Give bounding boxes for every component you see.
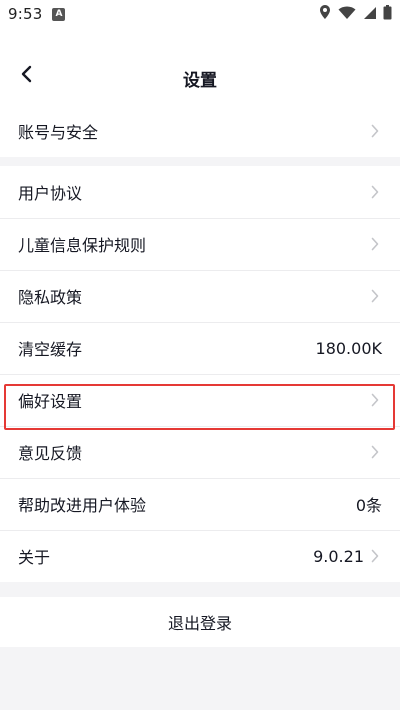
logout-label: 退出登录 — [167, 614, 232, 633]
chevron-right-icon — [368, 289, 382, 303]
status-right — [318, 4, 392, 24]
a-notification-icon: A — [52, 7, 66, 21]
settings-item-label: 意见反馈 — [18, 444, 83, 463]
chevron-right-icon — [368, 445, 382, 459]
location-icon — [318, 4, 332, 24]
settings-item-privacy-policy[interactable]: 隐私政策 — [0, 270, 400, 322]
improve-count-value: 0条 — [355, 496, 382, 515]
settings-item-label: 清空缓存 — [18, 340, 83, 359]
status-bar: 9:53 A — [0, 0, 400, 28]
chevron-right-icon — [368, 393, 382, 407]
settings-group-account: 账号与安全 — [0, 105, 400, 157]
settings-item-label: 用户协议 — [18, 184, 83, 203]
logout-button[interactable]: 退出登录 — [0, 597, 400, 647]
settings-item-child-protection[interactable]: 儿童信息保护规则 — [0, 218, 400, 270]
status-time: 9:53 — [8, 5, 43, 23]
wifi-icon — [338, 5, 356, 24]
settings-item-label: 隐私政策 — [18, 288, 83, 307]
status-left: 9:53 A — [8, 5, 66, 23]
nav-bar: 设置 — [0, 28, 400, 105]
settings-item-label: 帮助改进用户体验 — [18, 496, 147, 515]
chevron-right-icon — [368, 549, 382, 563]
settings-item-label: 偏好设置 — [18, 392, 83, 411]
chevron-right-icon — [368, 237, 382, 251]
chevron-right-icon — [368, 185, 382, 199]
settings-item-about[interactable]: 关于 9.0.21 — [0, 530, 400, 582]
chevron-right-icon — [368, 124, 382, 138]
settings-item-account-security[interactable]: 账号与安全 — [0, 105, 400, 157]
settings-item-user-agreement[interactable]: 用户协议 — [0, 166, 400, 218]
settings-item-feedback[interactable]: 意见反馈 — [0, 426, 400, 478]
cache-size-value: 180.00K — [315, 338, 382, 358]
settings-group-main: 用户协议 儿童信息保护规则 隐私政策 清空缓存 180.00K 偏好设置 意见反… — [0, 166, 400, 582]
settings-item-label: 儿童信息保护规则 — [18, 236, 147, 255]
settings-item-improve-experience[interactable]: 帮助改进用户体验 0条 — [0, 478, 400, 530]
settings-item-label: 关于 — [18, 548, 51, 567]
settings-item-preferences[interactable]: 偏好设置 — [0, 374, 400, 426]
settings-item-clear-cache[interactable]: 清空缓存 180.00K — [0, 322, 400, 374]
app-version-value: 9.0.21 — [313, 546, 364, 566]
battery-icon — [383, 4, 392, 24]
settings-item-label: 账号与安全 — [18, 123, 99, 142]
page-title: 设置 — [183, 71, 217, 91]
signal-icon — [362, 5, 377, 24]
